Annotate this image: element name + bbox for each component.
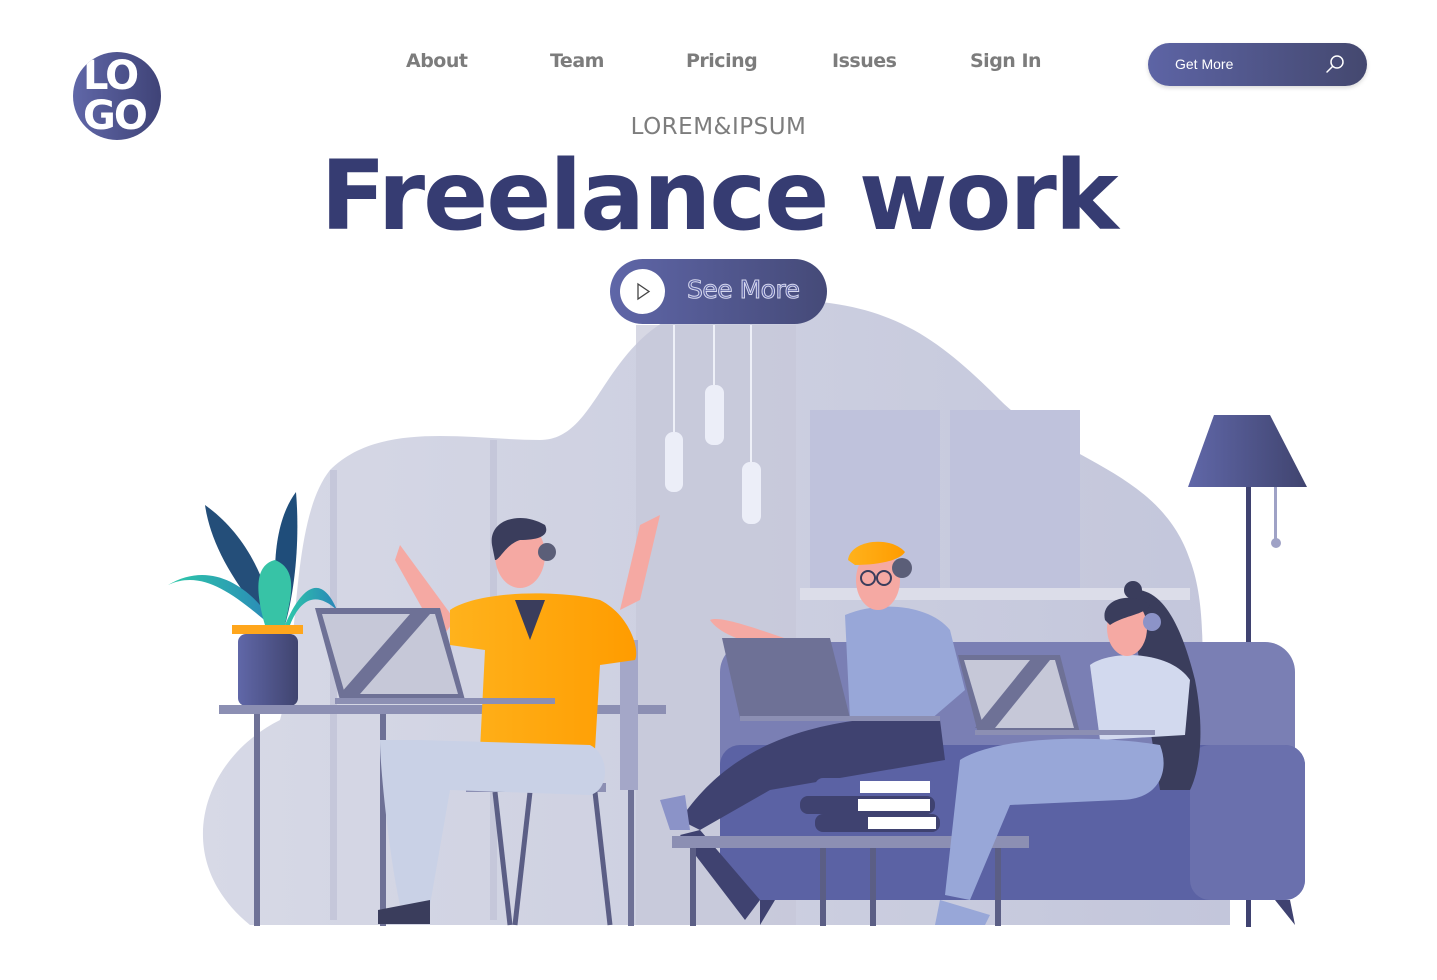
nav-issues[interactable]: Issues [832, 50, 897, 72]
book-stack [800, 778, 940, 832]
get-more-button[interactable]: Get More [1148, 43, 1367, 86]
get-more-label: Get More [1175, 56, 1234, 72]
play-button-circle [620, 269, 665, 314]
hero-subtitle: LOREM&IPSUM [630, 114, 807, 140]
search-icon [1326, 55, 1344, 73]
see-more-label: See More [687, 275, 801, 305]
nav-sign-in[interactable]: Sign In [970, 50, 1042, 72]
play-icon [637, 282, 651, 301]
nav-team[interactable]: Team [550, 50, 604, 72]
nav-about[interactable]: About [406, 50, 468, 72]
page-title: Freelance work [320, 140, 1118, 252]
see-more-button[interactable]: See More [610, 259, 827, 324]
nav-pricing[interactable]: Pricing [686, 50, 758, 72]
